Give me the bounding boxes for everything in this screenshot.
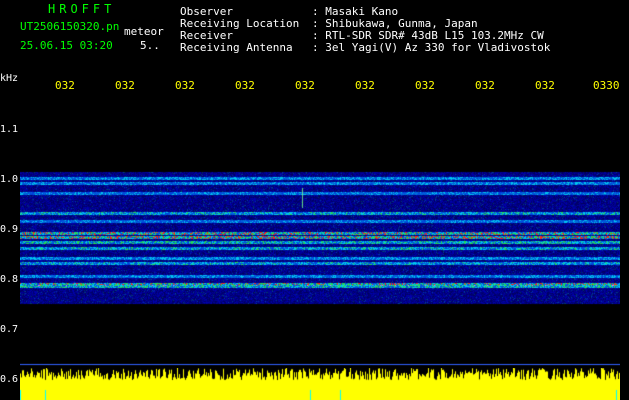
date-time: 25.06.15 03:20 [20,39,113,52]
right-margin [621,98,629,400]
x-tick-6: 032 [355,79,375,92]
observer-label: Observer [180,5,233,18]
y-tick-0-6: 0.6 [0,374,19,385]
y-tick-0-9: 0.9 [0,224,19,235]
x-tick-1: 032 [55,79,75,92]
x-tick-9: 032 [535,79,555,92]
y-tick-0-8: 0.8 [0,274,19,285]
y-tick-1-1: 1.1 [0,124,19,135]
x-tick-4: 032 [235,79,255,92]
y-tick-1-0: 1.0 [0,174,19,185]
file-name: UT2506150320.pn [20,20,120,33]
location-value: : Shibukawa, Gunma, Japan [312,17,478,30]
spectrogram-plot [20,98,620,368]
x-tick-7: 032 [415,79,435,92]
x-tick-3: 032 [175,79,195,92]
location-label: Receiving Location [180,17,300,30]
hrofft-title: HROFFT [48,2,116,16]
observer-value: : Masaki Kano [312,5,399,18]
x-tick-8: 032 [475,79,495,92]
receiver-value: : RTL-SDR SDR# 43dB L15 103.2MHz CW [312,29,544,42]
receiver-label: Receiver [180,29,233,42]
antenna-value: : 3el Yagi(V) Az 330 for Vladivostok [312,41,551,54]
y-tick-0-7: 0.7 [0,324,19,335]
x-tick-5: 032 [295,79,315,92]
y-unit-label: kHz [0,73,19,84]
duration: 5.. [140,39,160,52]
file-suffix: meteor [124,25,164,38]
x-tick-10: 0330 [593,79,620,92]
antenna-label: Receiving Antenna [180,41,293,54]
x-tick-2: 032 [115,79,135,92]
signal-level-bar [20,368,620,400]
